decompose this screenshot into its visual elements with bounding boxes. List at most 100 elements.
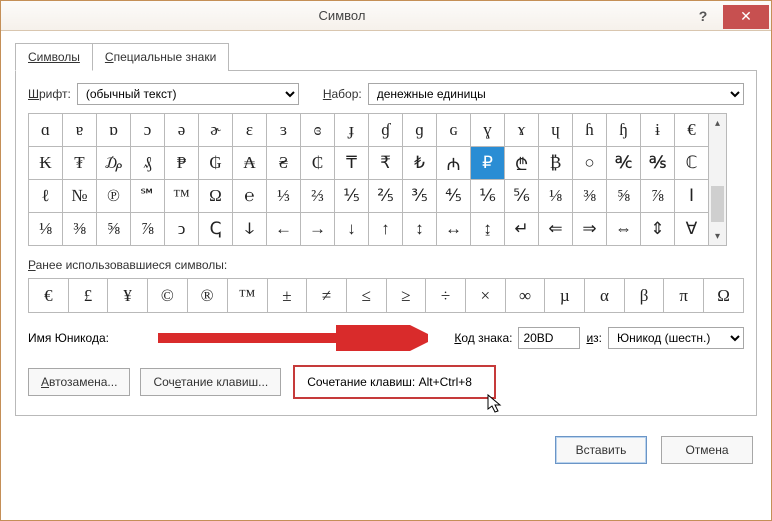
symbol-cell[interactable]: ⅕ — [335, 180, 369, 213]
code-input[interactable] — [518, 327, 580, 349]
recent-symbol-cell[interactable]: ÷ — [426, 279, 466, 313]
symbol-cell[interactable]: № — [63, 180, 97, 213]
symbol-cell[interactable]: ₸ — [335, 147, 369, 180]
symbol-cell[interactable]: ⅓ — [267, 180, 301, 213]
symbol-cell[interactable]: ₯ — [97, 147, 131, 180]
scroll-down-icon[interactable]: ▾ — [709, 227, 726, 245]
symbol-cell[interactable]: ɧ — [607, 114, 641, 147]
symbol-cell[interactable]: ↵ — [505, 213, 539, 246]
recent-symbol-cell[interactable]: × — [465, 279, 505, 313]
symbol-cell[interactable]: ɣ — [471, 114, 505, 147]
symbol-cell[interactable]: ⇒ — [573, 213, 607, 246]
symbol-cell[interactable]: ɛ — [233, 114, 267, 147]
symbol-cell[interactable]: ⇕ — [641, 213, 675, 246]
symbol-cell[interactable]: ⅞ — [131, 213, 165, 246]
symbol-cell[interactable]: ɜ — [267, 114, 301, 147]
recent-symbol-cell[interactable]: ® — [187, 279, 227, 313]
symbol-cell[interactable]: ↄ — [165, 213, 199, 246]
symbol-cell[interactable]: ⇔ — [607, 213, 641, 246]
symbol-cell[interactable]: ɢ — [437, 114, 471, 147]
symbol-cell[interactable]: ₽ — [471, 147, 505, 180]
symbol-cell[interactable]: ₳ — [233, 147, 267, 180]
close-button[interactable]: ✕ — [723, 5, 769, 29]
symbol-cell[interactable]: → — [301, 213, 335, 246]
symbol-cell[interactable]: Ω — [199, 180, 233, 213]
symbol-cell[interactable]: ⅗ — [403, 180, 437, 213]
symbol-cell[interactable]: Ⅰ — [675, 180, 709, 213]
recent-symbol-cell[interactable]: α — [585, 279, 625, 313]
symbol-cell[interactable]: ↆ — [233, 213, 267, 246]
symbol-cell[interactable]: ɟ — [335, 114, 369, 147]
symbol-cell[interactable]: ℓ — [29, 180, 63, 213]
symbol-cell[interactable]: ɨ — [641, 114, 675, 147]
symbol-cell[interactable]: ↓ — [335, 213, 369, 246]
symbol-cell[interactable]: ∀ — [675, 213, 709, 246]
symbol-cell[interactable]: ⅘ — [437, 180, 471, 213]
symbol-cell[interactable]: ɚ — [199, 114, 233, 147]
symbol-cell[interactable]: ○ — [573, 147, 607, 180]
symbol-cell[interactable]: ₹ — [369, 147, 403, 180]
scrollbar[interactable]: ▴ ▾ — [709, 113, 727, 246]
symbol-cell[interactable]: ⅜ — [573, 180, 607, 213]
symbol-cell[interactable]: ℠ — [131, 180, 165, 213]
insert-button[interactable]: Вставить — [555, 436, 647, 464]
cancel-button[interactable]: Отмена — [661, 436, 753, 464]
help-button[interactable]: ? — [683, 4, 723, 28]
recent-symbol-cell[interactable]: ≤ — [346, 279, 386, 313]
symbol-cell[interactable]: ɒ — [97, 114, 131, 147]
symbol-cell[interactable]: ⅖ — [369, 180, 403, 213]
recent-symbol-cell[interactable]: ≥ — [386, 279, 426, 313]
symbol-cell[interactable]: ⅙ — [471, 180, 505, 213]
symbol-cell[interactable]: ⅝ — [97, 213, 131, 246]
symbol-cell[interactable]: ⇐ — [539, 213, 573, 246]
font-select[interactable]: (обычный текст) — [77, 83, 299, 105]
symbol-cell[interactable]: ← — [267, 213, 301, 246]
recent-symbol-cell[interactable]: ≠ — [307, 279, 347, 313]
symbol-cell[interactable]: ₴ — [267, 147, 301, 180]
symbol-cell[interactable]: ₲ — [199, 147, 233, 180]
symbol-cell[interactable]: ⅚ — [505, 180, 539, 213]
symbol-cell[interactable]: ₭ — [29, 147, 63, 180]
recent-symbol-cell[interactable]: € — [29, 279, 69, 313]
symbol-cell[interactable]: ℁ — [641, 147, 675, 180]
recent-symbol-cell[interactable]: µ — [545, 279, 585, 313]
symbol-cell[interactable]: ⅔ — [301, 180, 335, 213]
symbol-cell[interactable]: ℂ — [675, 147, 709, 180]
symbol-cell[interactable]: ⅛ — [29, 213, 63, 246]
symbol-cell[interactable]: ɑ — [29, 114, 63, 147]
symbol-cell[interactable]: ɥ — [539, 114, 573, 147]
recent-symbol-cell[interactable]: β — [624, 279, 664, 313]
recent-symbol-cell[interactable]: ¥ — [108, 279, 148, 313]
scroll-thumb[interactable] — [711, 186, 724, 222]
symbol-cell[interactable]: ℀ — [607, 147, 641, 180]
symbol-cell[interactable]: € — [675, 114, 709, 147]
symbol-cell[interactable]: ⅜ — [63, 213, 97, 246]
symbol-cell[interactable]: ₼ — [437, 147, 471, 180]
recent-symbol-cell[interactable]: £ — [68, 279, 108, 313]
symbol-cell[interactable]: ⅛ — [539, 180, 573, 213]
tab-symbols[interactable]: Символы — [15, 43, 93, 71]
symbol-cell[interactable]: ⅞ — [641, 180, 675, 213]
symbol-cell[interactable]: ↕ — [403, 213, 437, 246]
symbol-cell[interactable]: ɡ — [403, 114, 437, 147]
recent-symbol-cell[interactable]: Ω — [704, 279, 744, 313]
symbol-cell[interactable]: ɔ — [131, 114, 165, 147]
scroll-up-icon[interactable]: ▴ — [709, 114, 726, 132]
symbol-cell[interactable]: ₰ — [131, 147, 165, 180]
symbol-cell[interactable]: ₿ — [539, 147, 573, 180]
symbol-cell[interactable]: ɐ — [63, 114, 97, 147]
symbol-cell[interactable]: ə — [165, 114, 199, 147]
symbol-cell[interactable]: ₮ — [63, 147, 97, 180]
tab-special[interactable]: Специальные знаки — [93, 43, 229, 71]
symbol-cell[interactable]: ↑ — [369, 213, 403, 246]
recent-symbol-cell[interactable]: π — [664, 279, 704, 313]
symbol-cell[interactable]: ₵ — [301, 147, 335, 180]
recent-symbol-cell[interactable]: ™ — [227, 279, 267, 313]
subset-select[interactable]: денежные единицы — [368, 83, 744, 105]
symbol-cell[interactable]: ɤ — [505, 114, 539, 147]
symbol-cell[interactable]: ⅝ — [607, 180, 641, 213]
from-select[interactable]: Юникод (шестн.) — [608, 327, 744, 349]
symbol-cell[interactable]: ₺ — [403, 147, 437, 180]
symbol-cell[interactable]: ↅ — [199, 213, 233, 246]
symbol-cell[interactable]: ₱ — [165, 147, 199, 180]
